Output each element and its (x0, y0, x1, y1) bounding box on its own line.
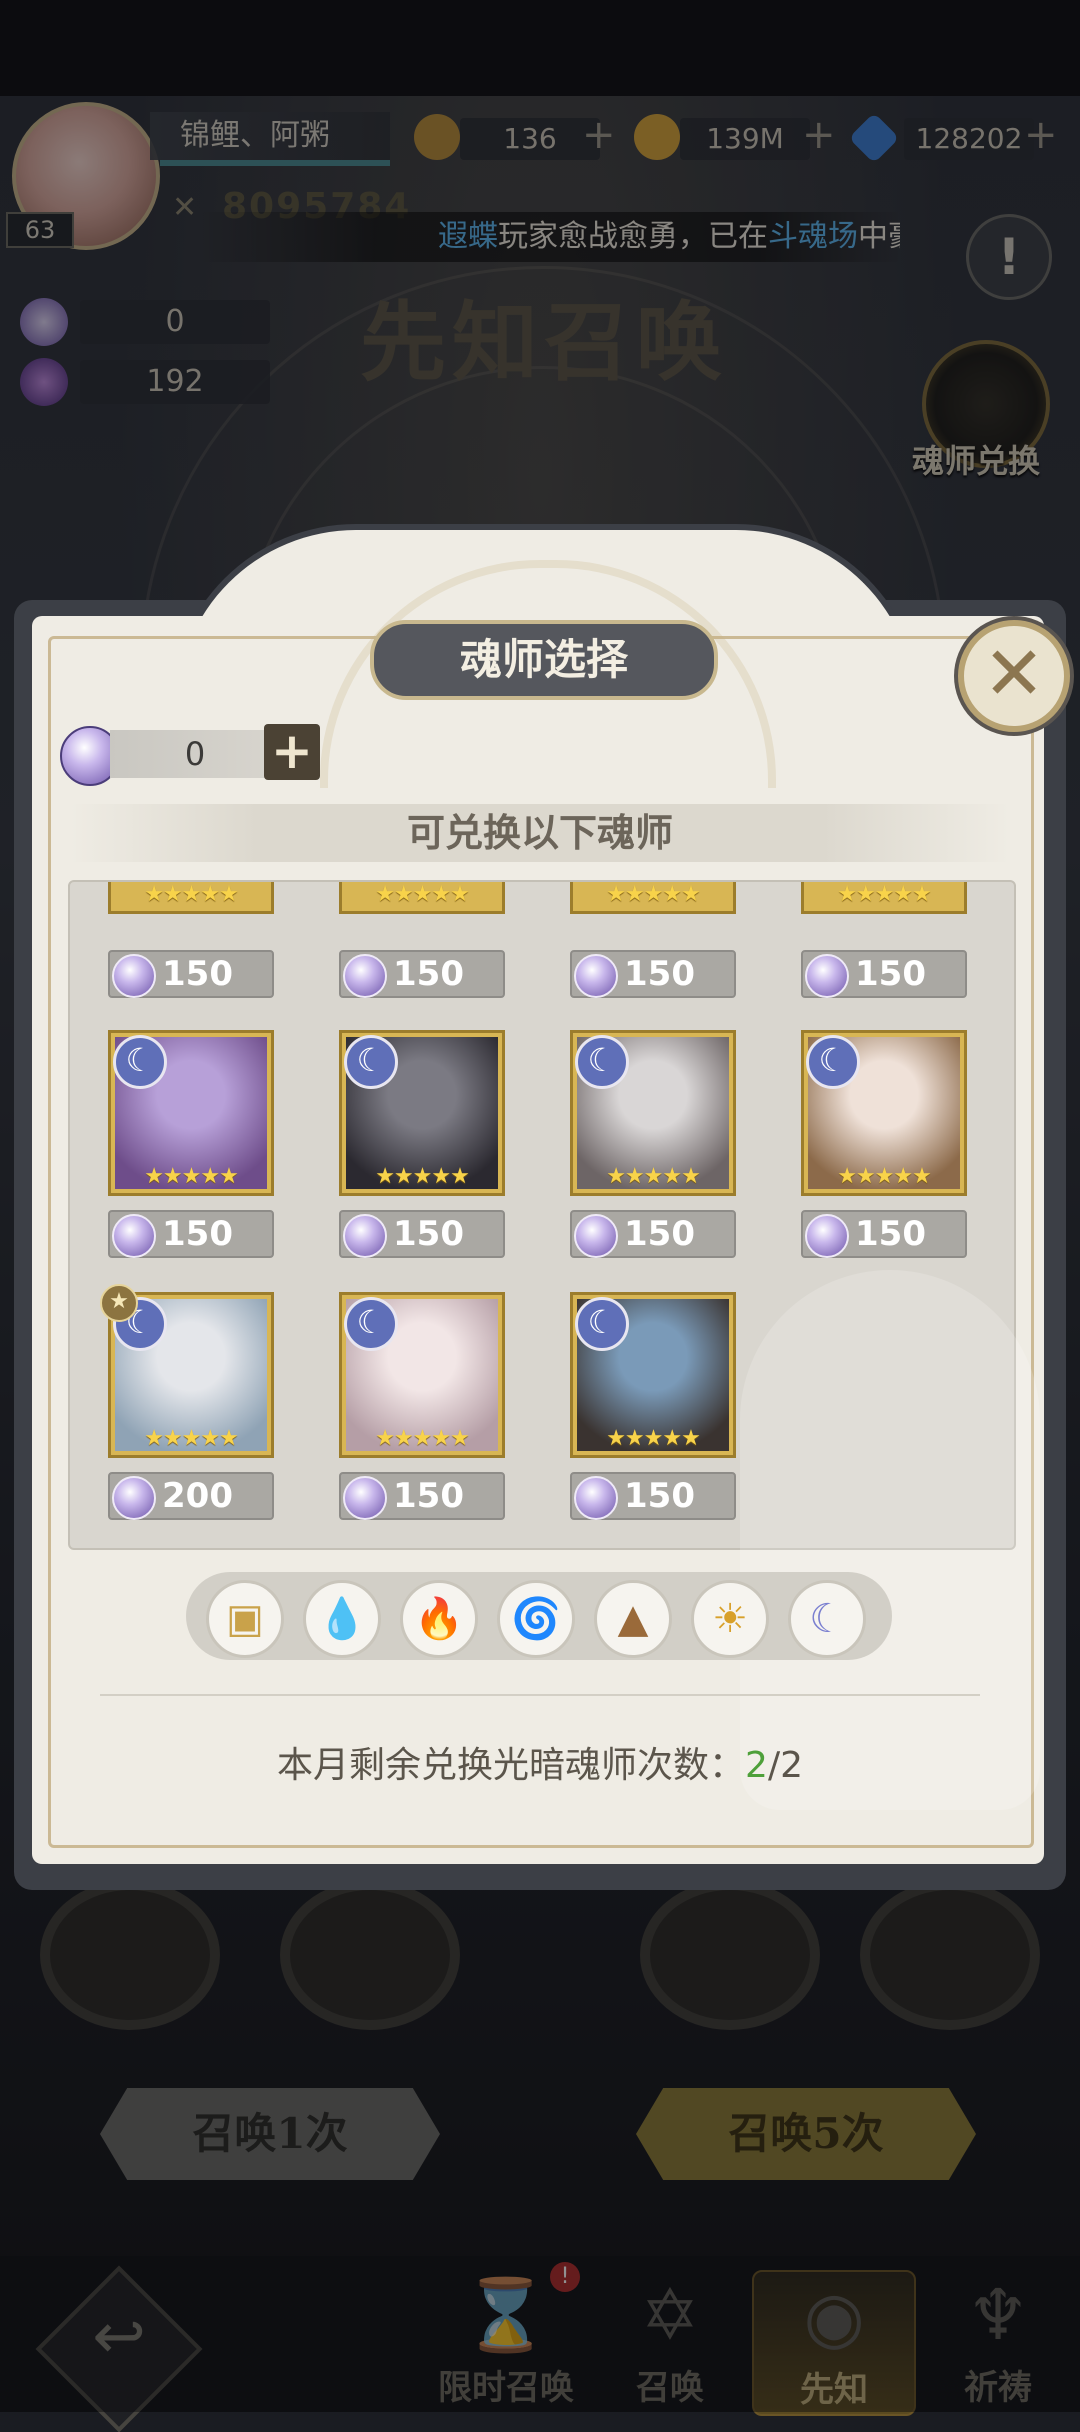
soul-master-card[interactable]: ☾ ★★★★★ (339, 1030, 505, 1196)
soul-orb-icon (112, 954, 156, 998)
cost-tag: 150 (570, 1472, 736, 1520)
cost-value: 150 (855, 954, 926, 994)
water-drop-icon: 💧 (317, 1596, 367, 1642)
soul-orb-icon (343, 954, 387, 998)
remaining-total: /2 (767, 1745, 803, 1786)
star-rating: ★★★★★ (606, 1426, 701, 1451)
star-rating: ★★★★★ (375, 882, 470, 907)
soul-master-card[interactable]: ☾ ★★★★★ (108, 1030, 274, 1196)
moon-element-icon: ☾ (344, 1035, 398, 1089)
soul-orb-icon (574, 1214, 618, 1258)
cost-value: 150 (855, 1214, 926, 1254)
rank-star-icon: ★ (100, 1284, 138, 1322)
soul-orb-icon (805, 1214, 849, 1258)
star-rating: ★★★★★ (837, 1164, 932, 1189)
cost-tag: 150 (801, 950, 967, 998)
cost-tag: 150 (570, 950, 736, 998)
soul-master-card[interactable]: ☾ ★★★★★ (801, 1030, 967, 1196)
soul-master-card[interactable]: ☾ ★★★★★ (570, 1292, 736, 1458)
soul-master-card[interactable]: ☾ ★★★★★ (108, 1292, 274, 1458)
soul-orb-icon (112, 1214, 156, 1258)
filter-moon[interactable]: ☾ (788, 1580, 866, 1658)
filter-fire[interactable]: 🔥 (400, 1580, 478, 1658)
sun-icon: ☀ (712, 1596, 748, 1642)
star-rating: ★★★★★ (144, 882, 239, 907)
cost-tag: 150 (339, 1210, 505, 1258)
watermark-figure (740, 1270, 1040, 1810)
moon-icon: ☾ (809, 1596, 845, 1642)
soul-orb-icon (574, 954, 618, 998)
filter-box[interactable]: ▣ (206, 1580, 284, 1658)
cost-tag: 150 (339, 1472, 505, 1520)
soul-master-card[interactable]: ★★★★★ (801, 882, 967, 914)
soul-master-card[interactable]: ★★★★★ (108, 882, 274, 914)
moon-element-icon: ☾ (575, 1297, 629, 1351)
cost-tag: 200 (108, 1472, 274, 1520)
currency-count: 0 (110, 730, 280, 778)
cost-tag: 150 (108, 950, 274, 998)
star-rating: ★★★★★ (375, 1164, 470, 1189)
moon-element-icon: ☾ (575, 1035, 629, 1089)
filter-sun[interactable]: ☀ (691, 1580, 769, 1658)
moon-element-icon: ☾ (113, 1035, 167, 1089)
moon-element-icon: ☾ (344, 1297, 398, 1351)
cost-value: 150 (393, 1214, 464, 1254)
moon-element-icon: ☾ (806, 1035, 860, 1089)
filter-wind[interactable]: 🌀 (497, 1580, 575, 1658)
wind-icon: 🌀 (511, 1596, 561, 1642)
remaining-exchanges: 本月剩余兑换光暗魂师次数：2/2 (0, 1736, 1080, 1788)
soul-orb-icon (343, 1476, 387, 1520)
add-currency-button[interactable]: + (264, 724, 320, 780)
cost-tag: 150 (570, 1210, 736, 1258)
cost-value: 150 (393, 954, 464, 994)
star-rating: ★★★★★ (837, 882, 932, 907)
star-rating: ★★★★★ (144, 1426, 239, 1451)
star-rating: ★★★★★ (606, 1164, 701, 1189)
remaining-label: 本月剩余兑换光暗魂师次数： (277, 1745, 746, 1786)
list-subheader: 可兑换以下魂师 (70, 804, 1010, 862)
cost-value: 150 (624, 954, 695, 994)
cost-value: 150 (393, 1476, 464, 1516)
star-rating: ★★★★★ (375, 1426, 470, 1451)
cost-tag: 150 (108, 1210, 274, 1258)
divider (100, 1694, 980, 1696)
fire-icon: 🔥 (414, 1596, 464, 1642)
cost-tag: 150 (801, 1210, 967, 1258)
soul-orb-icon (343, 1214, 387, 1258)
filter-mountain[interactable]: ▲ (594, 1580, 672, 1658)
cost-tag: 150 (339, 950, 505, 998)
soul-orb-icon (805, 954, 849, 998)
cost-value: 150 (624, 1476, 695, 1516)
dialog-title: 魂师选择 (370, 620, 718, 700)
cost-value: 150 (162, 954, 233, 994)
soul-master-card[interactable]: ★★★★★ (339, 882, 505, 914)
cost-value: 150 (162, 1214, 233, 1254)
remaining-used: 2 (745, 1745, 768, 1786)
mountain-icon: ▲ (617, 1596, 649, 1642)
soul-master-card[interactable]: ☾ ★★★★★ (570, 1030, 736, 1196)
star-rating: ★★★★★ (606, 882, 701, 907)
cost-value: 200 (162, 1476, 233, 1516)
soul-orb-icon (112, 1476, 156, 1520)
soul-master-card[interactable]: ★★★★★ (570, 882, 736, 914)
star-rating: ★★★★★ (144, 1164, 239, 1189)
soul-orb-icon (574, 1476, 618, 1520)
close-button[interactable]: ✕ (958, 620, 1070, 732)
filter-water-drop[interactable]: 💧 (303, 1580, 381, 1658)
box-icon: ▣ (226, 1596, 264, 1642)
soul-master-card[interactable]: ☾ ★★★★★ (339, 1292, 505, 1458)
cost-value: 150 (624, 1214, 695, 1254)
